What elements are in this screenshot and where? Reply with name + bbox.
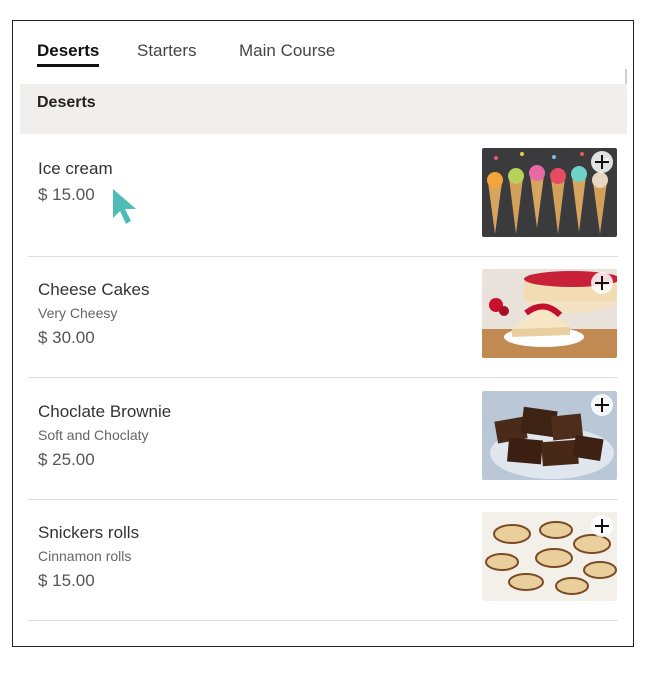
mouse-pointer-icon xyxy=(113,189,136,224)
tab-main-course[interactable]: Main Course xyxy=(239,41,335,64)
item-name: Cheese Cakes xyxy=(38,280,150,299)
item-price: $ 15.00 xyxy=(38,571,95,590)
ice-cream-image xyxy=(482,148,617,237)
cheesecake-image xyxy=(482,269,617,358)
menu-item-snickers-rolls[interactable]: Snickers rolls Cinnamon rolls $ 15.00 xyxy=(28,499,618,621)
item-price: $ 30.00 xyxy=(38,328,95,347)
plus-icon xyxy=(595,519,609,533)
tab-deserts[interactable]: Deserts xyxy=(37,41,100,67)
item-description: Soft and Choclaty xyxy=(38,427,149,443)
add-snickers-rolls-button[interactable] xyxy=(591,515,613,537)
item-price: $ 25.00 xyxy=(38,450,95,469)
tab-starters[interactable]: Starters xyxy=(137,41,197,64)
item-description: Very Cheesy xyxy=(38,305,118,321)
menu-panel: Deserts Starters Main Course Deserts Ice… xyxy=(12,20,634,647)
plus-icon xyxy=(595,155,609,169)
plus-icon xyxy=(595,398,609,412)
item-price: $ 15.00 xyxy=(38,185,95,204)
menu-item-cheese-cakes[interactable]: Cheese Cakes Very Cheesy $ 30.00 xyxy=(28,256,618,378)
item-description: Cinnamon rolls xyxy=(38,548,132,564)
item-name: Ice cream xyxy=(38,159,113,178)
section-title: Deserts xyxy=(37,94,96,111)
brownie-image xyxy=(482,391,617,480)
add-cheese-cakes-button[interactable] xyxy=(591,272,613,294)
item-name: Choclate Brownie xyxy=(38,402,172,421)
menu-item-choclate-brownie[interactable]: Choclate Brownie Soft and Choclaty $ 25.… xyxy=(28,378,618,500)
plus-icon xyxy=(595,276,609,290)
item-name: Snickers rolls xyxy=(38,523,140,542)
snickers-rolls-image xyxy=(482,512,617,601)
section-header: Deserts xyxy=(20,84,627,134)
add-ice-cream-button[interactable] xyxy=(591,151,613,173)
add-choclate-brownie-button[interactable] xyxy=(591,394,613,416)
category-tabs: Deserts Starters Main Course xyxy=(13,21,633,83)
